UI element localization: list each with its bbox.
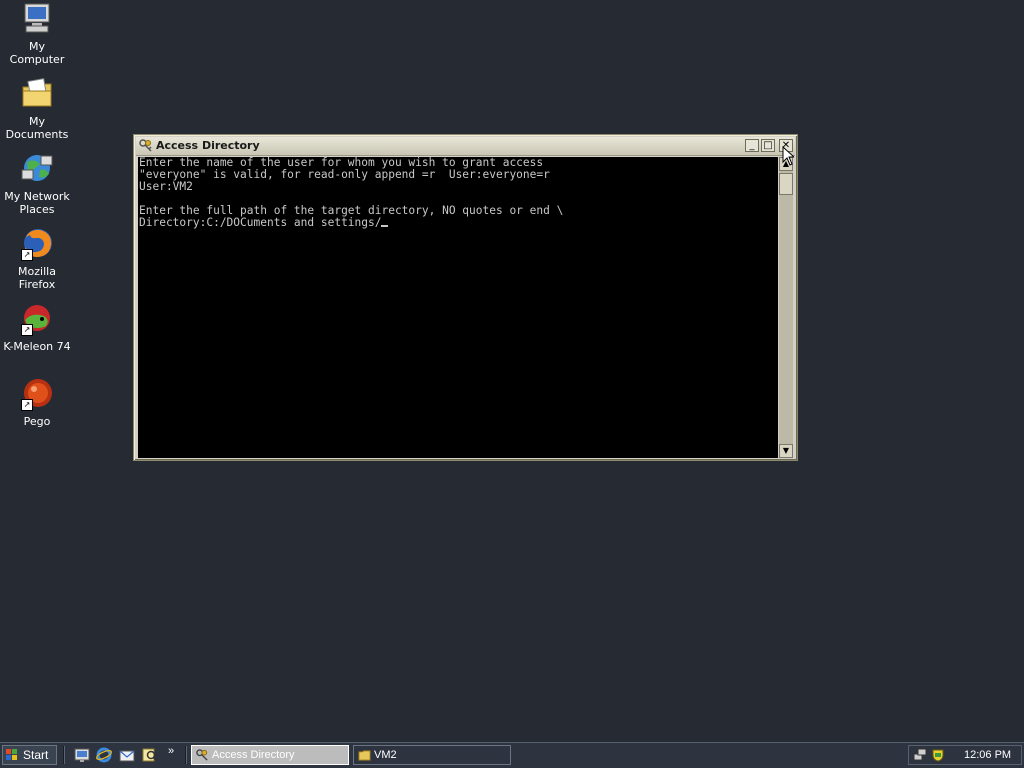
security-shield-icon[interactable] [931,748,945,762]
taskbar-clock[interactable]: 12:06 PM [964,749,1011,761]
text-cursor [381,225,389,227]
desktop-icon-label: K-Meleon 74 [3,340,71,353]
show-desktop-icon[interactable] [74,747,90,763]
taskbar-button-label: VM2 [374,749,397,761]
start-label: Start [23,748,49,762]
desktop-icon-kmeleon[interactable]: ↗ K-Meleon 74 [0,302,74,353]
console-output[interactable]: Enter the name of the user for whom you … [138,157,778,458]
desktop-icon-label: My Network Places [4,190,70,216]
maximize-button[interactable]: □ [761,139,775,152]
kmeleon-icon: ↗ [20,302,54,336]
scroll-thumb[interactable] [779,173,793,195]
desktop-icon-mozilla-firefox[interactable]: ↗ Mozilla Firefox [0,227,74,291]
access-directory-window[interactable]: Access Directory _ □ ✕ Enter the name of… [133,134,798,461]
console-line: User:VM2 [139,180,193,193]
network-connection-icon[interactable] [913,748,927,762]
console-line: "everyone" is valid, for read-only appen… [139,168,550,181]
mouse-pointer-icon [782,146,794,166]
search-icon[interactable] [142,747,158,763]
outlook-icon[interactable] [119,747,135,763]
keys-icon [196,749,208,761]
desktop-icon-label: My Documents [5,115,69,141]
desktop-icon-my-computer[interactable]: My Computer [0,2,74,66]
shortcut-arrow-icon: ↗ [21,324,33,336]
scroll-down-arrow-icon[interactable]: ▼ [779,444,793,458]
desktop-icon-my-documents[interactable]: My Documents [0,77,74,141]
firefox-icon: ↗ [20,227,54,261]
computer-icon [20,2,54,36]
pego-icon: ↗ [20,377,54,411]
minimize-button[interactable]: _ [745,139,759,152]
desktop-icon-label: Mozilla Firefox [18,265,56,291]
documents-folder-icon [20,77,54,111]
system-tray: 12:06 PM [908,745,1022,765]
taskbar: Start » Access Directory VM2 12:06 PM [0,742,1024,768]
shortcut-arrow-icon: ↗ [21,249,33,261]
keys-icon [139,139,152,152]
window-title: Access Directory [156,139,260,152]
window-titlebar[interactable]: Access Directory _ □ ✕ [136,137,795,156]
vertical-scrollbar[interactable]: ▲ ▼ [779,157,793,458]
desktop-icon-label: My Computer [9,40,65,66]
shortcut-arrow-icon: ↗ [21,399,33,411]
desktop-icon-pego[interactable]: ↗ Pego [0,377,74,428]
network-places-icon [20,152,54,186]
console-line: Directory:C:/DOCuments and settings/ [139,216,382,229]
taskbar-separator [185,746,187,764]
folder-icon [358,750,371,761]
taskbar-button-label: Access Directory [212,749,295,761]
console-text: Enter the name of the user for whom you … [138,157,778,229]
taskbar-button-access-directory[interactable]: Access Directory [191,745,349,765]
desktop-icon-my-network-places[interactable]: My Network Places [0,152,74,216]
taskbar-separator [63,746,65,764]
taskbar-button-vm2[interactable]: VM2 [353,745,511,765]
desktop: My Computer My Documents My Network Plac… [0,0,1024,742]
quick-launch-more-chevron-icon[interactable]: » [168,745,174,757]
desktop-icon-label: Pego [23,415,51,428]
windows-logo-icon [6,749,17,760]
ie-icon[interactable] [96,747,112,763]
start-button[interactable]: Start [2,745,57,765]
